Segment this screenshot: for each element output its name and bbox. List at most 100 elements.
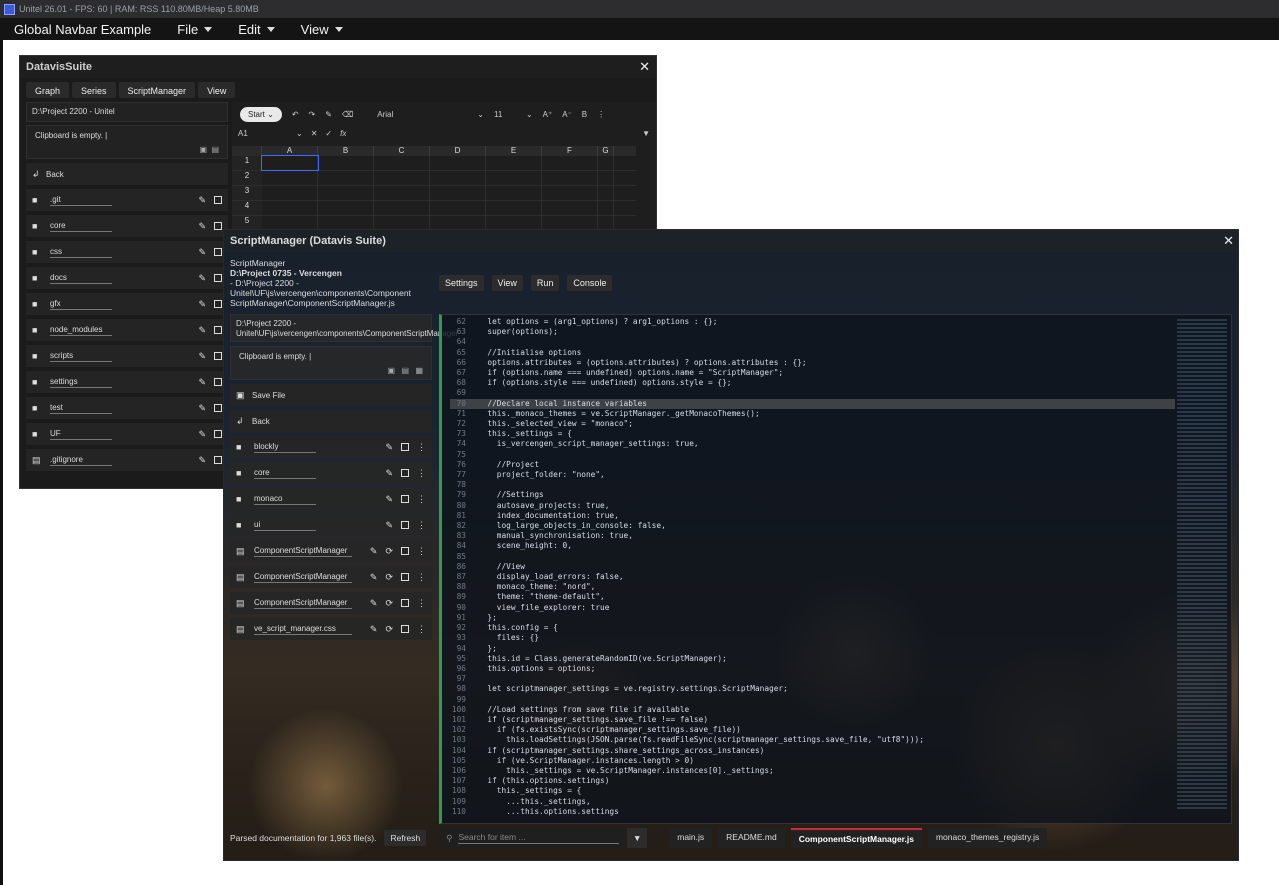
- archive-icon[interactable]: ▦: [415, 366, 423, 375]
- code-line[interactable]: 99: [450, 695, 1175, 705]
- code-line[interactable]: 70 //Declare local instance variables: [450, 398, 1175, 409]
- menu-edit[interactable]: Edit: [238, 22, 275, 37]
- checkbox[interactable]: [401, 572, 409, 581]
- rename-icon[interactable]: ✎: [385, 520, 393, 531]
- code-line[interactable]: 75: [450, 450, 1175, 460]
- code-line[interactable]: 72 this._selected_view = "monaco";: [450, 419, 1175, 429]
- code-line[interactable]: 88 monaco_theme: "nord",: [450, 582, 1175, 592]
- cell-ref-chevron-icon[interactable]: ⌄: [296, 129, 303, 138]
- code-line[interactable]: 97: [450, 674, 1175, 684]
- code-line[interactable]: 98 let scriptmanager_settings = ve.regis…: [450, 684, 1175, 694]
- code-line[interactable]: 86 //View: [450, 562, 1175, 572]
- sheet-cell[interactable]: [374, 201, 430, 215]
- font-size-select[interactable]: 11: [494, 110, 516, 119]
- code-line[interactable]: 71 this._monaco_themes = ve.ScriptManage…: [450, 409, 1175, 419]
- console-button[interactable]: Console: [567, 275, 613, 291]
- sync-icon[interactable]: ⟳: [385, 598, 393, 609]
- item-name[interactable]: css: [50, 247, 112, 258]
- more-icon[interactable]: ⋮: [417, 572, 426, 583]
- folder-row[interactable]: ■ core ✎ ⋮: [230, 462, 432, 484]
- sheet-cell[interactable]: [598, 201, 614, 215]
- close-icon[interactable]: ✕: [1223, 233, 1234, 249]
- rename-icon[interactable]: ✎: [198, 195, 206, 206]
- code-editor[interactable]: 62 let options = (arg1_options) ? arg1_o…: [439, 314, 1232, 824]
- code-line[interactable]: 110 ...this.options.settings: [450, 807, 1175, 817]
- checkbox[interactable]: [401, 494, 409, 503]
- code-line[interactable]: 90 view_file_explorer: true: [450, 603, 1175, 613]
- code-line[interactable]: 102 if (fs.existsSync(scriptmanager_sett…: [450, 725, 1175, 735]
- sheet-cell[interactable]: [598, 156, 614, 170]
- code-line[interactable]: 103 this.loadSettings(JSON.parse(fs.read…: [450, 735, 1175, 745]
- rename-icon[interactable]: ✎: [385, 494, 393, 505]
- code-line[interactable]: 105 if (ve.ScriptManager.instances.lengt…: [450, 756, 1175, 766]
- folder-row[interactable]: ■ gfx ✎: [26, 293, 228, 315]
- row-header[interactable]: 1: [232, 156, 262, 170]
- scriptmanager-titlebar[interactable]: ScriptManager (Datavis Suite) ✕: [224, 230, 1238, 252]
- checkbox[interactable]: [401, 624, 409, 633]
- folder-row[interactable]: ■ docs ✎: [26, 267, 228, 289]
- item-name[interactable]: monaco: [254, 494, 316, 505]
- sheet-cell[interactable]: [318, 186, 374, 200]
- checkbox[interactable]: [214, 377, 222, 386]
- folder-row[interactable]: ■ .git ✎: [26, 189, 228, 211]
- item-name[interactable]: gfx: [50, 299, 112, 310]
- back-button[interactable]: ↲ Back: [26, 163, 228, 185]
- rename-icon[interactable]: ✎: [385, 468, 393, 479]
- editor-minimap[interactable]: [1177, 319, 1227, 809]
- file-row[interactable]: ▤ ComponentScriptManager ✎ ⟳ ⋮: [230, 566, 432, 588]
- start-button[interactable]: Start ⌄: [240, 106, 282, 122]
- row-header[interactable]: 4: [232, 201, 262, 215]
- clear-format-icon[interactable]: ⌫: [342, 110, 353, 119]
- more-icon[interactable]: ⋮: [417, 546, 426, 557]
- cell-ref[interactable]: A1: [238, 129, 288, 138]
- rename-icon[interactable]: ✎: [198, 273, 206, 284]
- item-name[interactable]: test: [50, 403, 112, 414]
- code-line[interactable]: 100 //Load settings from save file if av…: [450, 705, 1175, 715]
- row-header[interactable]: 5: [232, 216, 262, 230]
- folder-row[interactable]: ■ test ✎: [26, 397, 228, 419]
- more-icon[interactable]: ⋮: [417, 520, 426, 531]
- undo-icon[interactable]: ↶: [292, 110, 299, 119]
- code-line[interactable]: 94 };: [450, 644, 1175, 654]
- code-line[interactable]: 68 if (options.style === undefined) opti…: [450, 378, 1175, 388]
- code-line[interactable]: 79 //Settings: [450, 490, 1175, 500]
- column-header[interactable]: D: [430, 146, 486, 156]
- rename-icon[interactable]: ✎: [370, 546, 378, 557]
- code-line[interactable]: 78: [450, 480, 1175, 490]
- sheet-cell[interactable]: [262, 216, 318, 230]
- sheet-cell[interactable]: [430, 171, 486, 185]
- sheet-cell[interactable]: [542, 171, 598, 185]
- code-line[interactable]: 104 if (scriptmanager_settings.share_set…: [450, 746, 1175, 756]
- file-tab[interactable]: monaco_themes_registry.js: [927, 828, 1048, 848]
- view-button[interactable]: View: [491, 275, 523, 291]
- rename-icon[interactable]: ✎: [370, 624, 378, 635]
- code-line[interactable]: 107 if (this.options.settings): [450, 776, 1175, 786]
- folder-icon[interactable]: ▣: [199, 145, 207, 154]
- item-name[interactable]: ve_script_manager.css: [254, 624, 352, 635]
- item-name[interactable]: docs: [50, 273, 112, 284]
- search-input[interactable]: Search for item ...: [458, 832, 620, 844]
- sheet-cell[interactable]: [430, 186, 486, 200]
- increase-font-icon[interactable]: A⁺: [543, 110, 553, 119]
- rename-icon[interactable]: ✎: [198, 221, 206, 232]
- rename-icon[interactable]: ✎: [198, 299, 206, 310]
- item-name[interactable]: ComponentScriptManager: [254, 572, 352, 583]
- tab-view[interactable]: View: [198, 82, 236, 98]
- rename-icon[interactable]: ✎: [198, 455, 206, 466]
- sheet-cell[interactable]: [318, 201, 374, 215]
- rename-icon[interactable]: ✎: [198, 377, 206, 388]
- spreadsheet-grid[interactable]: A B C D E F G 12345: [232, 146, 636, 236]
- rename-icon[interactable]: ✎: [198, 351, 206, 362]
- code-line[interactable]: 95 this.id = Class.generateRandomID(ve.S…: [450, 654, 1175, 664]
- file-tab[interactable]: README.md: [718, 828, 785, 848]
- item-name[interactable]: ComponentScriptManager: [254, 546, 352, 557]
- item-name[interactable]: scripts: [50, 351, 112, 362]
- code-line[interactable]: 92 this.config = {: [450, 623, 1175, 633]
- sheet-cell[interactable]: [318, 156, 374, 170]
- bold-icon[interactable]: B: [582, 110, 587, 119]
- redo-icon[interactable]: ↷: [309, 110, 316, 119]
- column-header[interactable]: F: [542, 146, 598, 156]
- folder-row[interactable]: ■ css ✎: [26, 241, 228, 263]
- checkbox[interactable]: [214, 403, 222, 412]
- font-select-chevron-icon[interactable]: ⌄: [477, 110, 484, 119]
